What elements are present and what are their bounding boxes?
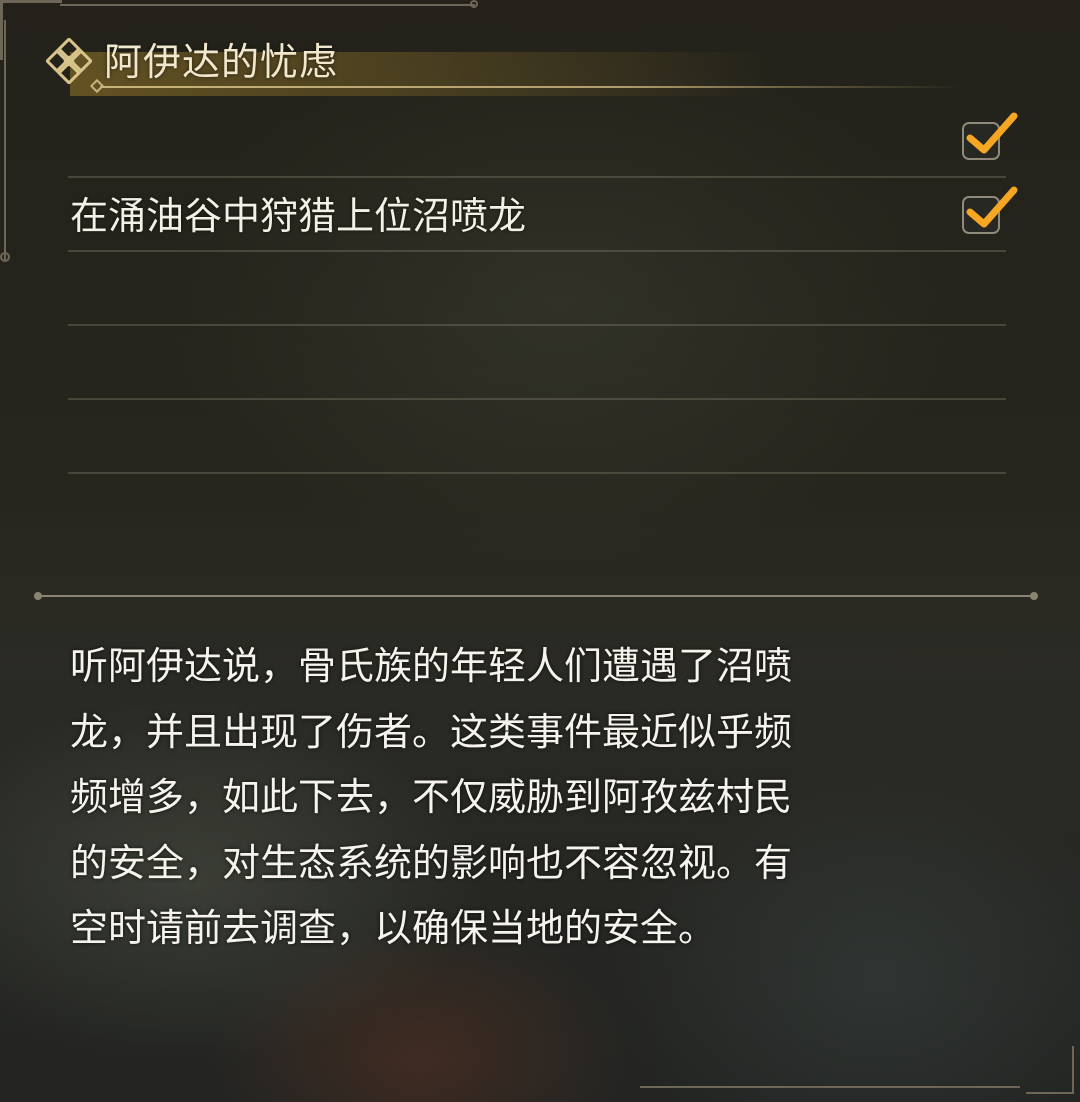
frame-top-dot: [470, 0, 478, 8]
frame-left-dot: [0, 252, 10, 262]
checkmark-icon: [966, 112, 1018, 154]
objective-row: [68, 326, 1006, 400]
frame-left-line: [4, 20, 6, 260]
quest-header: 阿伊达的忧虑: [40, 32, 960, 96]
header-underline: [100, 86, 960, 88]
objective-row: [68, 400, 1006, 474]
divider-dot-right: [1030, 592, 1038, 600]
objective-checkbox: [962, 186, 1018, 234]
objective-row: [68, 104, 1018, 178]
checkmark-icon: [966, 186, 1018, 228]
frame-bottom-right-ornament: [1026, 1046, 1074, 1094]
quest-description: 听阿伊达说，骨氏族的年轻人们遭遇了沼喷 龙，并且出现了伤者。这类事件最近似乎频 …: [70, 644, 793, 950]
objective-list: 在涌油谷中狩猎上位沼喷龙: [68, 104, 1018, 548]
section-divider: [40, 595, 1034, 597]
frame-top-line: [60, 4, 475, 6]
quest-detail-panel: 阿伊达的忧虑 在涌油谷中狩猎上位沼喷龙 听阿伊达说，骨氏族的年轻人们遭遇了沼喷 …: [0, 0, 1080, 1102]
ornate-diamond-icon: [46, 38, 92, 84]
objective-row: [68, 252, 1006, 326]
frame-bottom-line: [640, 1086, 1020, 1088]
quest-title: 阿伊达的忧虑: [104, 40, 339, 84]
objective-row: 在涌油谷中狩猎上位沼喷龙: [68, 178, 1018, 252]
objective-checkbox: [962, 112, 1018, 160]
objective-row: [68, 474, 1006, 548]
objective-text: 在涌油谷中狩猎上位沼喷龙: [70, 194, 527, 238]
